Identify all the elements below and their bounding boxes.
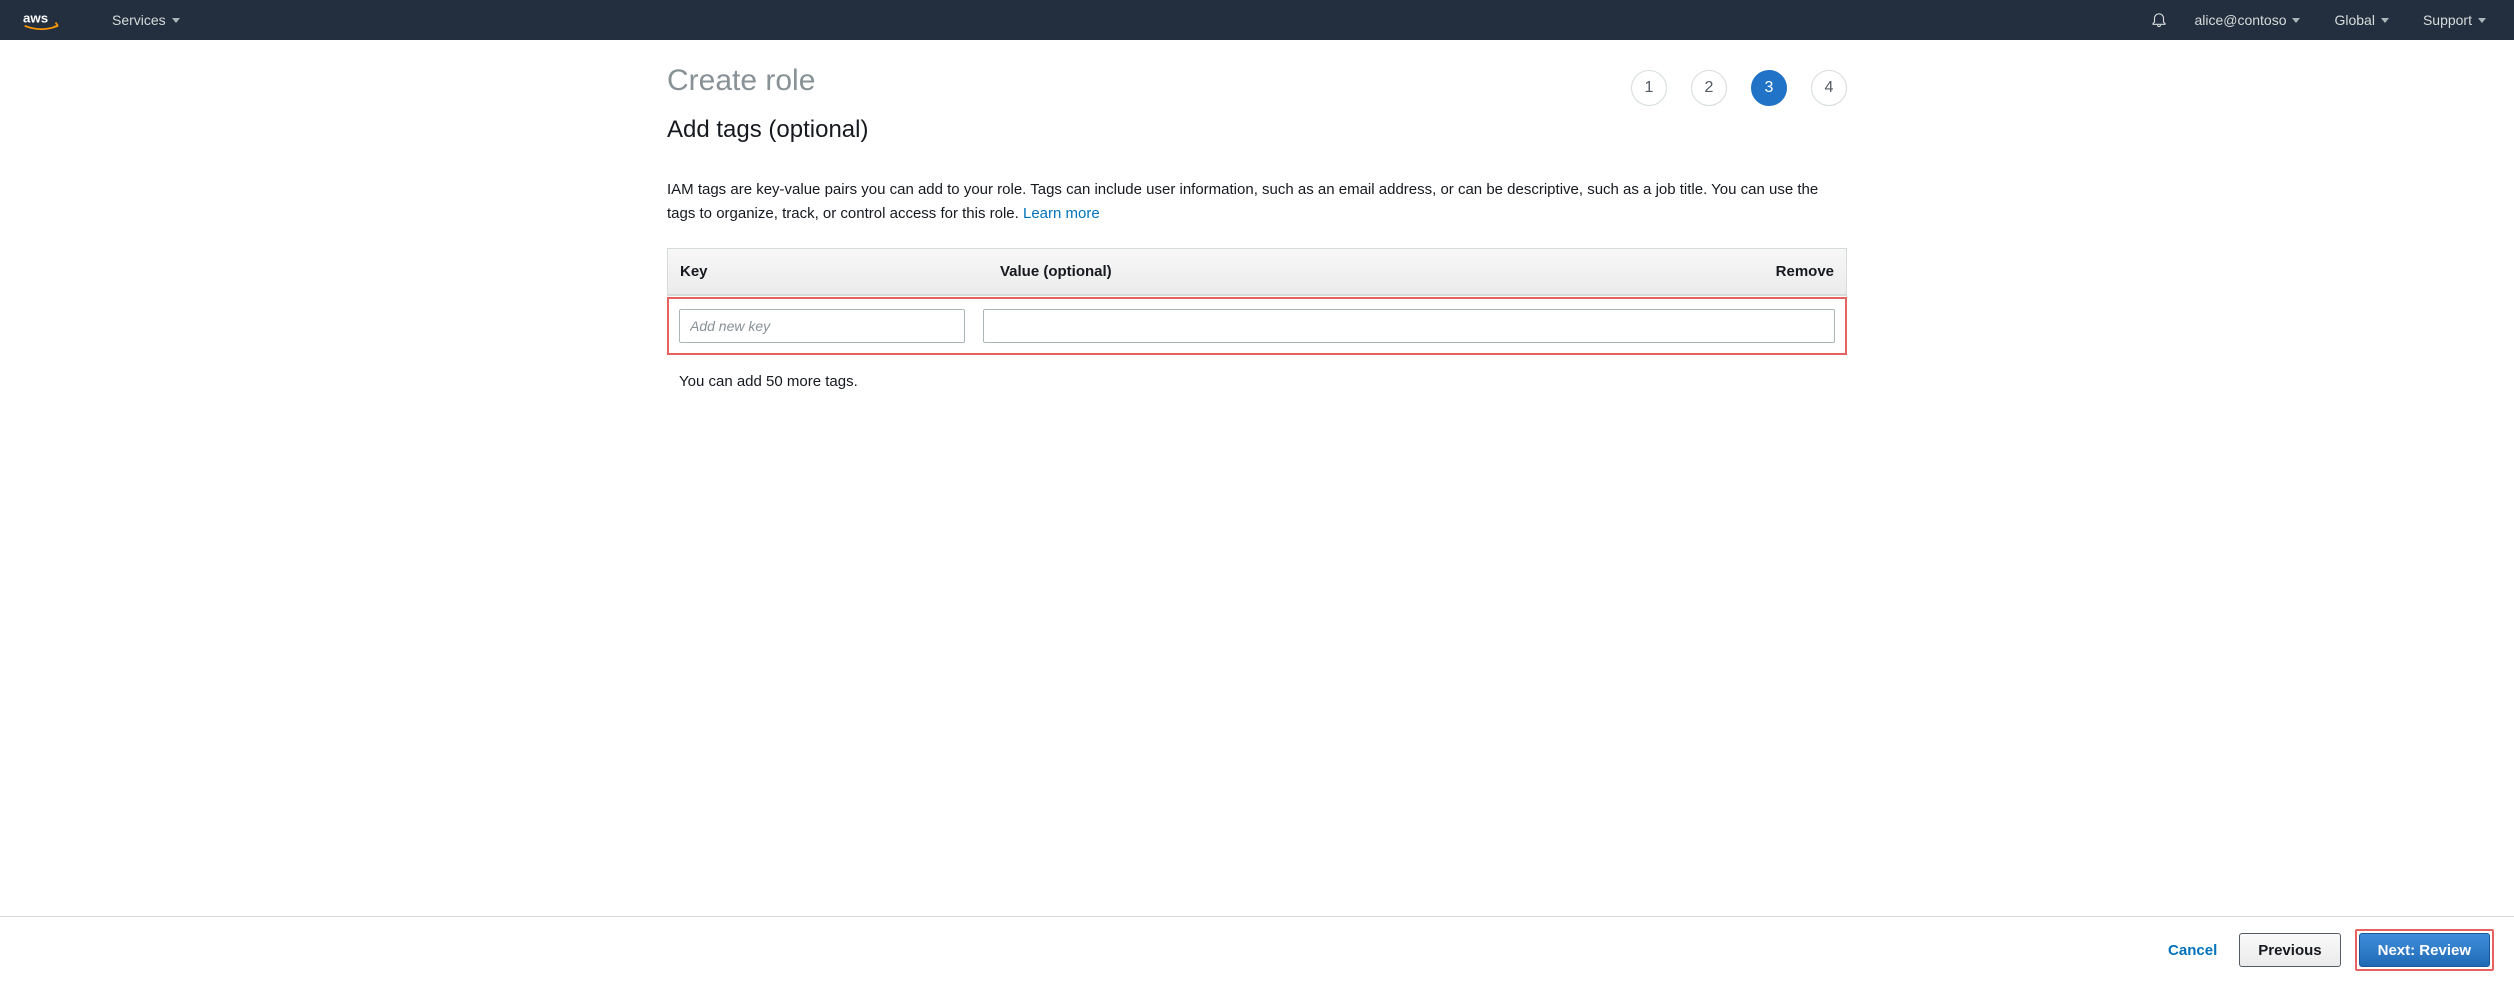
- tags-remaining-hint: You can add 50 more tags.: [679, 373, 1847, 390]
- aws-logo[interactable]: aws: [20, 10, 76, 30]
- footer-actions: Cancel Previous Next: Review: [0, 916, 2514, 983]
- page-subtitle: Add tags (optional): [667, 116, 868, 144]
- account-label: alice@contoso: [2194, 12, 2286, 28]
- page-description: IAM tags are key-value pairs you can add…: [667, 178, 1847, 226]
- main-content: Create role Add tags (optional) 1 2 3 4 …: [647, 40, 1867, 390]
- value-column-header: Value (optional): [1000, 263, 1744, 280]
- next-button-highlight: Next: Review: [2355, 929, 2494, 971]
- page-header: Create role Add tags (optional) 1 2 3 4: [667, 64, 1847, 166]
- step-4[interactable]: 4: [1811, 70, 1847, 106]
- description-text: IAM tags are key-value pairs you can add…: [667, 181, 1818, 222]
- cancel-button[interactable]: Cancel: [2160, 942, 2225, 959]
- bell-icon: [2150, 10, 2168, 28]
- nav-right: alice@contoso Global Support: [2150, 10, 2494, 31]
- page-title: Create role: [667, 64, 868, 98]
- wizard-steps: 1 2 3 4: [1631, 70, 1847, 106]
- step-1[interactable]: 1: [1631, 70, 1667, 106]
- account-menu[interactable]: alice@contoso: [2186, 12, 2308, 28]
- services-menu[interactable]: Services: [104, 12, 188, 28]
- tags-table-header: Key Value (optional) Remove: [668, 249, 1846, 295]
- step-2[interactable]: 2: [1691, 70, 1727, 106]
- region-label: Global: [2334, 12, 2374, 28]
- support-menu[interactable]: Support: [2415, 12, 2494, 28]
- learn-more-link[interactable]: Learn more: [1023, 205, 1100, 222]
- previous-button[interactable]: Previous: [2239, 933, 2340, 967]
- services-label: Services: [112, 12, 166, 28]
- top-nav: aws Services alice@contoso Global Suppor…: [0, 0, 2514, 40]
- chevron-down-icon: [172, 18, 180, 23]
- step-3[interactable]: 3: [1751, 70, 1787, 106]
- remove-column-header: Remove: [1744, 263, 1834, 280]
- support-label: Support: [2423, 12, 2472, 28]
- tag-key-input[interactable]: [679, 309, 965, 343]
- table-row: [675, 305, 1839, 347]
- next-review-button[interactable]: Next: Review: [2359, 933, 2490, 967]
- tags-table: Key Value (optional) Remove: [667, 248, 1847, 296]
- key-column-header: Key: [680, 263, 1000, 280]
- region-menu[interactable]: Global: [2326, 12, 2396, 28]
- tag-value-input[interactable]: [983, 309, 1835, 343]
- notifications-button[interactable]: [2150, 10, 2168, 31]
- chevron-down-icon: [2292, 18, 2300, 23]
- chevron-down-icon: [2478, 18, 2486, 23]
- chevron-down-icon: [2381, 18, 2389, 23]
- tag-row-highlight: [667, 297, 1847, 355]
- svg-text:aws: aws: [23, 11, 48, 26]
